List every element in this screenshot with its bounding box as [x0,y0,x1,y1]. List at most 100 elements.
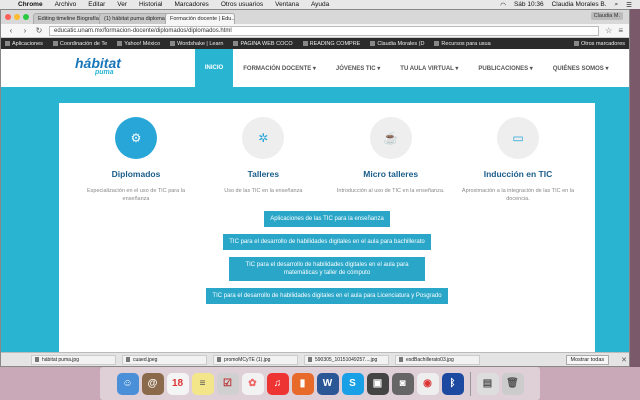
feature-talleres[interactable]: ✲ Talleres Uso de las TIC en la enseñanz… [204,117,322,203]
wifi-icon[interactable]: ◠ [500,1,506,9]
profile-badge[interactable]: Claudia M. [590,12,623,20]
feature-title: Diplomados [111,169,161,179]
contacts-icon[interactable]: @ [141,372,164,395]
photos-icon[interactable]: ✿ [241,372,264,395]
itunes-icon[interactable]: ♫ [266,372,289,395]
file-icon [399,357,403,362]
favicon-icon [233,41,239,46]
menu-editar[interactable]: Editar [88,1,105,8]
download-item[interactable]: cuaed.jpeg [122,354,207,365]
user-name[interactable]: Claudia Morales B. [552,1,607,8]
bookmark-yahoo[interactable]: Yahoo! México [117,41,160,47]
tab-editing-timeline[interactable]: Editing timeline Biografía [33,13,103,24]
menu-ventana[interactable]: Ventana [275,1,299,8]
star-icon[interactable]: ☆ [605,26,612,35]
feature-diplomados[interactable]: ⚙ Diplomados Especialización en el uso d… [77,117,195,203]
bluetooth-icon[interactable]: ᛒ [441,372,464,395]
browser-window: Editing timeline Biografía (1) hábitat p… [0,9,630,367]
bookmark-pagina-web[interactable]: PAGINA WEB COCO [233,41,293,47]
finder-icon[interactable]: ☺ [116,372,139,395]
download-item[interactable]: hábitat puma.jpg [31,354,116,365]
tab-formacion-docente[interactable]: Formación docente | Edu... [165,13,235,24]
feature-title: Inducción en TIC [483,169,553,179]
nav-inicio[interactable]: INICIO [194,49,234,87]
laptop-icon: ▭ [496,117,539,159]
coffee-icon: ☕ [369,117,412,159]
skype-icon[interactable]: S [341,372,364,395]
window-controls [5,14,29,20]
nav-publicaciones[interactable]: PUBLICACIONES ▾ [468,49,542,87]
show-all-downloads-button[interactable]: Mostrar todas [565,354,610,365]
menu-app-name[interactable]: Chrome [18,1,43,8]
download-item[interactable]: promoMCyTE (1).jpg [213,354,298,365]
feature-desc: Aproximación a la integración de las TIC… [461,188,575,202]
download-item[interactable]: 590305_10151049257....jpg [304,354,389,365]
content-card: ⚙ Diplomados Especialización en el uso d… [59,103,595,366]
bookmark-recursos[interactable]: Recursos para usua [434,41,491,47]
bookmark-label: Yahoo! México [124,40,161,47]
reload-icon[interactable]: ↻ [35,26,43,35]
feature-title: Micro talleres [363,169,419,179]
features-row: ⚙ Diplomados Especialización en el uso d… [59,103,595,203]
downloads-stack-icon[interactable]: ▤ [476,372,499,395]
preview-icon[interactable]: ▣ [366,372,389,395]
bookmark-label: Otros marcadores [580,40,625,47]
desktop-background [630,9,640,367]
favicon-icon [370,41,376,46]
menu-ver[interactable]: Ver [117,1,127,8]
apps-icon [5,41,10,46]
download-item[interactable]: esdBachillerato03.jpg [395,354,480,365]
reminders-icon[interactable]: ☑ [216,372,239,395]
menu-archivo[interactable]: Archivo [55,1,77,8]
nav-formacion-docente[interactable]: FORMACIÓN DOCENTE ▾ [233,49,326,87]
chrome-menu-icon[interactable]: ≡ [618,26,623,35]
menu-historial[interactable]: Historial [139,1,162,8]
tic-matematicas-button[interactable]: TIC para el desarrollo de habilidades di… [229,257,425,281]
trash-icon[interactable]: 🗑 [501,372,524,395]
url-input[interactable]: educatic.unam.mx/formacion-docente/diplo… [49,25,600,36]
notes-icon[interactable]: ≡ [191,372,214,395]
download-filename: promoMCyTE (1).jpg [224,356,271,363]
habitat-puma-logo[interactable]: hábitat puma [75,56,121,78]
zoom-window-icon[interactable] [23,14,29,20]
bookmark-label: Wordshake | Learn [177,40,224,47]
word-icon[interactable]: W [316,372,339,395]
bookmark-aplicaciones[interactable]: Aplicaciones [5,41,43,47]
bookmark-coordinacion[interactable]: Coordinación de Te [52,41,107,47]
forward-icon[interactable]: › [21,26,29,35]
feature-desc: Especialización en el uso de TIC para la… [86,188,186,202]
other-bookmarks[interactable]: Otros marcadores [573,40,625,47]
menu-ayuda[interactable]: Ayuda [311,1,329,8]
main-nav: INICIO FORMACIÓN DOCENTE ▾ JÓVENES TIC ▾… [194,49,619,87]
feature-micro-talleres[interactable]: ☕ Micro talleres Introducción al uso de … [332,117,450,203]
chrome-icon[interactable]: ◉ [416,372,439,395]
bookmark-reading[interactable]: READING COMPRE [302,41,360,47]
clock[interactable]: Sáb 10:36 [514,1,544,8]
tab-habitat-puma[interactable]: (1) hábitat puma diplomas [99,13,169,24]
bookmark-claudia[interactable]: Claudia Morales (D [370,41,424,47]
calendar-icon[interactable]: 18 [166,372,189,395]
download-filename: esdBachillerato03.jpg [406,356,454,363]
favicon-icon [117,41,123,46]
aplicaciones-tic-button[interactable]: Aplicaciones de las TIC para la enseñanz… [264,211,390,227]
nav-jovenes-tic[interactable]: JÓVENES TIC ▾ [326,49,390,87]
close-downloads-icon[interactable]: ✕ [621,356,627,364]
bookmark-wordshake[interactable]: Wordshake | Learn [170,41,223,47]
close-window-icon[interactable] [5,14,11,20]
photo-booth-icon[interactable]: ◙ [391,372,414,395]
ibooks-icon[interactable]: ▮ [291,372,314,395]
menu-marcadores[interactable]: Marcadores [174,1,208,8]
back-icon[interactable]: ‹ [7,26,15,35]
tic-bachillerato-button[interactable]: TIC para el desarrollo de habilidades di… [223,234,431,250]
spotlight-icon[interactable]: ⌕ [615,1,619,9]
menu-otros-usuarios[interactable]: Otros usuarios [221,1,263,8]
file-icon [35,357,39,362]
nav-quienes-somos[interactable]: QUIÉNES SOMOS ▾ [543,49,619,87]
minimize-window-icon[interactable] [14,14,20,20]
nav-tu-aula-virtual[interactable]: TU AULA VIRTUAL ▾ [390,49,468,87]
address-bar: ‹ › ↻ educatic.unam.mx/formacion-docente… [1,24,629,38]
favicon-icon [170,41,176,46]
feature-induccion-tic[interactable]: ▭ Inducción en TIC Aproximación a la int… [459,117,577,203]
list-icon[interactable]: ☰ [626,1,632,9]
tic-licenciatura-button[interactable]: TIC para el desarrollo de habilidades di… [206,288,448,304]
